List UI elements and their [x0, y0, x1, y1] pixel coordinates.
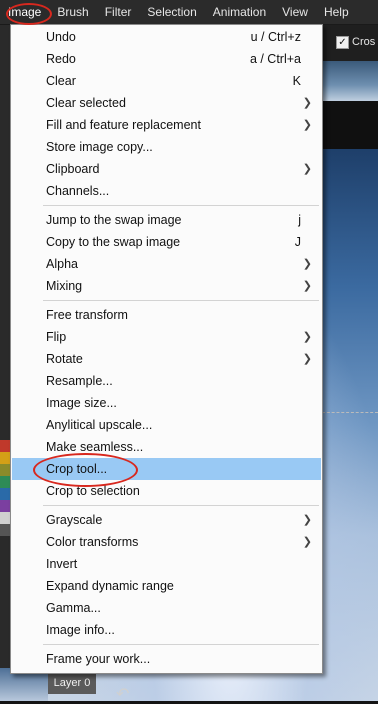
menu-item-label: Clear [46, 74, 76, 88]
menu-separator [43, 205, 319, 206]
menu-item-label: Color transforms [46, 535, 139, 549]
crosshair-option[interactable]: ✓ Cros [336, 34, 378, 50]
menu-view[interactable]: View [274, 0, 316, 24]
submenu-arrow-icon: ❯ [302, 97, 312, 109]
menu-item-mixing[interactable]: Mixing ❯ [12, 275, 321, 297]
menu-separator [43, 505, 319, 506]
layer-name[interactable]: Layer 0 [48, 672, 96, 694]
menu-item-shortcut: K [292, 74, 301, 88]
menu-item-clipboard[interactable]: Clipboard ❯ [12, 158, 321, 180]
swatch[interactable] [0, 524, 10, 536]
submenu-arrow-icon: ❯ [302, 353, 312, 365]
image-menu-dropdown: Undo u / Ctrl+z Redo a / Ctrl+a Clear K … [10, 24, 323, 674]
menu-item-free-transform[interactable]: Free transform [12, 304, 321, 326]
swatch[interactable] [0, 512, 10, 524]
menu-image[interactable]: Image [0, 0, 49, 24]
submenu-arrow-icon: ❯ [302, 514, 312, 526]
swatch[interactable] [0, 500, 10, 512]
menu-item-image-info[interactable]: Image info... [12, 619, 321, 641]
menu-separator [43, 644, 319, 645]
menu-item-label: Crop to selection [46, 484, 140, 498]
menu-brush[interactable]: Brush [49, 0, 96, 24]
menu-selection[interactable]: Selection [139, 0, 204, 24]
swatch[interactable] [0, 440, 10, 452]
crosshair-checkbox[interactable]: ✓ [336, 35, 349, 49]
swatch[interactable] [0, 452, 10, 464]
menu-item-undo[interactable]: Undo u / Ctrl+z [12, 26, 321, 48]
menu-item-label: Clipboard [46, 162, 100, 176]
menu-item-crop-to-selection[interactable]: Crop to selection [12, 480, 321, 502]
menu-item-channels[interactable]: Channels... [12, 180, 321, 202]
menu-item-resample[interactable]: Resample... [12, 370, 321, 392]
menu-item-image-size[interactable]: Image size... [12, 392, 321, 414]
menu-item-alpha[interactable]: Alpha ❯ [12, 253, 321, 275]
menu-item-shortcut: j [298, 213, 301, 227]
menu-item-clear-selected[interactable]: Clear selected ❯ [12, 92, 321, 114]
menu-item-label: Mixing [46, 279, 83, 293]
menu-item-label: Alpha [46, 257, 78, 271]
menu-item-jump-swap-image[interactable]: Jump to the swap image j [12, 209, 321, 231]
menu-item-label: Anylitical upscale... [46, 418, 153, 432]
menu-item-label: Expand dynamic range [46, 579, 174, 593]
menu-item-label: Copy to the swap image [46, 235, 181, 249]
menu-item-shortcut: J [294, 235, 301, 249]
menu-item-crop-tool[interactable]: Crop tool... [12, 458, 321, 480]
menu-filter[interactable]: Filter [97, 0, 140, 24]
submenu-arrow-icon: ❯ [302, 258, 312, 270]
menu-item-clear[interactable]: Clear K [12, 70, 321, 92]
menu-item-label: Fill and feature replacement [46, 118, 201, 132]
swatch[interactable] [0, 464, 10, 476]
selection-marquee [322, 412, 378, 413]
menu-item-flip[interactable]: Flip ❯ [12, 326, 321, 348]
menu-animation[interactable]: Animation [205, 0, 274, 24]
submenu-arrow-icon: ❯ [302, 280, 312, 292]
menu-item-store-image-copy[interactable]: Store image copy... [12, 136, 321, 158]
submenu-arrow-icon: ❯ [302, 536, 312, 548]
menu-item-label: Frame your work... [46, 652, 151, 666]
left-tool-panel [0, 25, 10, 701]
menu-item-fill-feature-replacement[interactable]: Fill and feature replacement ❯ [12, 114, 321, 136]
crosshair-label: Cros [352, 36, 376, 48]
menu-item-label: Rotate [46, 352, 83, 366]
submenu-arrow-icon: ❯ [302, 119, 312, 131]
menu-item-frame-your-work[interactable]: Frame your work... [12, 648, 321, 670]
swatch[interactable] [0, 488, 10, 500]
menu-item-label: Undo [46, 30, 76, 44]
menu-bar: Image Brush Filter Selection Animation V… [0, 0, 378, 25]
menu-item-color-transforms[interactable]: Color transforms ❯ [12, 531, 321, 553]
menu-item-label: Image size... [46, 396, 117, 410]
menu-item-label: Flip [46, 330, 67, 344]
menu-item-invert[interactable]: Invert [12, 553, 321, 575]
menu-item-rotate[interactable]: Rotate ❯ [12, 348, 321, 370]
menu-item-label: Grayscale [46, 513, 103, 527]
menu-item-label: Store image copy... [46, 140, 153, 154]
menu-item-label: Channels... [46, 184, 110, 198]
menu-item-shortcut: a / Ctrl+a [249, 52, 301, 66]
menu-item-label: Free transform [46, 308, 128, 322]
submenu-arrow-icon: ❯ [302, 331, 312, 343]
menu-item-label: Crop tool... [46, 462, 108, 476]
menu-item-shortcut: u / Ctrl+z [250, 30, 301, 44]
menu-item-label: Resample... [46, 374, 113, 388]
menu-item-copy-swap-image[interactable]: Copy to the swap image J [12, 231, 321, 253]
submenu-arrow-icon: ❯ [302, 163, 312, 175]
undo-icon[interactable]: ↶ [116, 684, 129, 704]
menu-item-gamma[interactable]: Gamma... [12, 597, 321, 619]
menu-item-label: Redo [46, 52, 76, 66]
menu-item-label: Jump to the swap image [46, 213, 182, 227]
color-swatches[interactable] [0, 440, 10, 536]
menu-item-label: Invert [46, 557, 78, 571]
menu-item-expand-dynamic-range[interactable]: Expand dynamic range [12, 575, 321, 597]
menu-item-label: Clear selected [46, 96, 126, 110]
menu-item-label: Image info... [46, 623, 115, 637]
menu-item-make-seamless[interactable]: Make seamless... [12, 436, 321, 458]
menu-item-redo[interactable]: Redo a / Ctrl+a [12, 48, 321, 70]
menu-item-grayscale[interactable]: Grayscale ❯ [12, 509, 321, 531]
swatch[interactable] [0, 476, 10, 488]
menu-help[interactable]: Help [316, 0, 357, 24]
menu-item-label: Make seamless... [46, 440, 144, 454]
menu-item-analytical-upscale[interactable]: Anylitical upscale... [12, 414, 321, 436]
menu-item-label: Gamma... [46, 601, 101, 615]
menu-separator [43, 300, 319, 301]
